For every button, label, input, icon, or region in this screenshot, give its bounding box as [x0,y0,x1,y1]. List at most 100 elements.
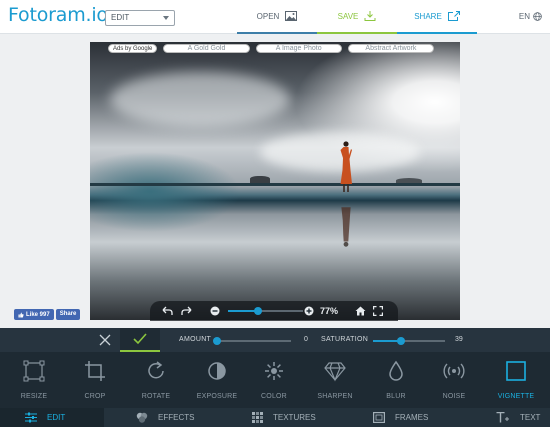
tools-bar: RESIZE CROP ROTATE EXPOSURE COLOR SHARPE… [0,352,550,408]
zoom-percent: 77% [320,306,339,316]
language-selector[interactable]: EN [519,12,542,21]
undo-icon[interactable] [162,306,173,316]
section-tabs: EDIT EFFECTS TEXTURES FRAMES TEXT [0,408,550,427]
sliders-icon [25,412,37,423]
open-label: OPEN [256,11,280,21]
thumbs-up-icon [18,312,24,317]
amount-slider[interactable] [212,337,291,345]
noise-icon [443,363,465,379]
tab-effects[interactable]: EFFECTS [136,408,194,427]
zoom-slider[interactable] [228,307,303,315]
amount-slider-handle[interactable] [212,337,221,345]
save-button[interactable]: SAVE [317,0,397,34]
home-icon[interactable] [355,306,366,316]
tool-vignette[interactable]: VIGNETTE [486,352,546,408]
tool-sharpen[interactable]: SHARPEN [305,352,365,408]
ad-bar: Ads by Google A Gold Gold A Image Photo … [108,44,435,54]
saturation-slider-handle[interactable] [397,337,406,345]
tool-label: BLUR [386,393,406,400]
adjust-strip: AMOUNT 0 SATURATION 39 [0,328,550,352]
saturation-value: 39 [455,336,463,343]
close-icon [99,334,111,346]
checkmark-icon [133,333,147,345]
photo-canvas[interactable]: Ads by Google A Gold Gold A Image Photo … [90,42,460,320]
tool-label: CROP [84,393,106,400]
tool-label: COLOR [261,393,287,400]
open-button[interactable]: OPEN [237,0,317,34]
zoom-slider-handle[interactable] [254,307,262,315]
tab-text[interactable]: TEXT [496,408,540,427]
frames-icon [373,412,385,423]
tool-resize[interactable]: RESIZE [4,352,64,408]
tab-label: FRAMES [395,413,429,422]
cancel-button[interactable] [90,328,120,352]
tool-blur[interactable]: BLUR [366,352,426,408]
sharpen-icon [324,362,346,382]
tool-label: EXPOSURE [196,393,238,400]
tool-label: VIGNETTE [497,393,535,400]
effects-icon [136,412,148,423]
ad-link[interactable]: Abstract Artwork [347,44,435,53]
tool-label: NOISE [442,393,466,400]
tool-label: RESIZE [20,393,48,400]
tool-rotate[interactable]: ROTATE [126,352,186,408]
redo-icon[interactable] [181,306,192,316]
cloud [110,72,290,127]
logo[interactable]: Fotoram.io [8,4,108,26]
language-label: EN [518,12,530,21]
apply-button[interactable] [120,328,160,352]
rotate-icon [148,361,164,379]
facebook-like-button[interactable]: Like 997 [14,309,54,320]
save-label: SAVE [337,11,359,21]
woman-reflection [341,207,351,247]
tool-label: SHARPEN [317,393,353,400]
tab-label: TEXTURES [273,413,316,422]
facebook-share-button[interactable]: Share [55,309,81,320]
resize-icon [23,360,45,382]
share-button[interactable]: SHARE [397,0,477,34]
image-icon [285,11,298,21]
globe-icon [533,12,542,21]
share-label: SHARE [414,11,442,21]
tab-textures[interactable]: TEXTURES [252,408,316,427]
tool-color[interactable]: COLOR [244,352,304,408]
ad-link[interactable]: A Image Photo [255,44,342,53]
tab-edit[interactable]: EDIT [0,408,104,427]
zoom-out-icon[interactable] [210,306,220,316]
text-icon [496,412,509,423]
social-buttons: Like 997 Share [14,309,81,320]
mode-select[interactable]: EDIT [105,10,175,26]
ads-by-google-tag[interactable]: Ads by Google [108,44,158,53]
horizon [90,183,460,186]
exposure-icon [208,362,226,380]
island [250,176,270,183]
top-header: Fotoram.io EDIT OPEN SAVE SHARE EN [0,0,550,34]
tool-exposure[interactable]: EXPOSURE [187,352,247,408]
tab-frames[interactable]: FRAMES [373,408,428,427]
vignette-icon [506,361,526,381]
ad-link[interactable]: A Gold Gold [163,44,250,53]
amount-value: 0 [304,336,308,343]
tool-label: ROTATE [141,393,171,400]
tab-label: TEXT [520,413,541,422]
tool-noise[interactable]: NOISE [424,352,484,408]
tool-crop[interactable]: CROP [65,352,125,408]
amount-label: AMOUNT [179,336,212,343]
saturation-slider[interactable] [373,337,445,345]
crop-icon [85,361,105,381]
download-icon [364,11,376,21]
mode-select-value: EDIT [111,13,130,22]
like-count: Like 997 [26,311,50,318]
share-out-icon [447,11,460,21]
zoom-in-icon[interactable] [304,306,314,316]
zoom-bar: 77% [150,301,398,321]
woman-figure [340,141,352,192]
fullscreen-icon[interactable] [373,306,383,316]
chevron-down-icon [163,16,169,20]
tab-label: EDIT [47,413,66,422]
tab-label: EFFECTS [158,413,195,422]
color-icon [265,362,283,380]
textures-icon [252,412,263,423]
blur-icon [389,360,403,381]
saturation-label: SATURATION [321,336,369,343]
